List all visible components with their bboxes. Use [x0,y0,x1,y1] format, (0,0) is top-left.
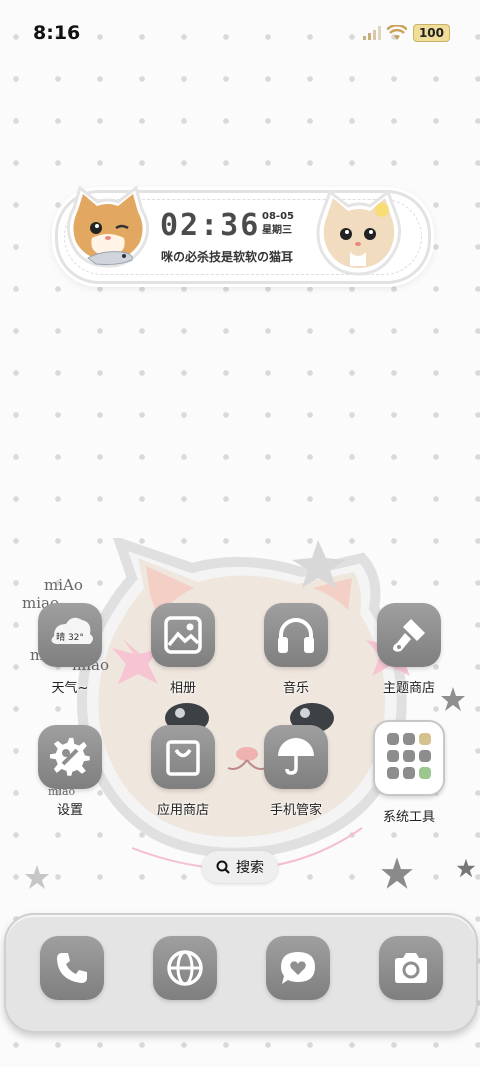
app-phone-manager[interactable]: 手机管家 [254,725,338,818]
app-music[interactable]: 音乐 [254,603,338,696]
app-gallery[interactable]: 相册 [141,603,225,696]
brush-icon[interactable] [377,603,441,667]
phone-icon[interactable] [40,936,104,1000]
search-button[interactable]: 搜索 [202,851,278,883]
widget-date: 08-05 星期三 [262,210,294,238]
signal-icon [362,26,381,40]
shopping-bag-icon[interactable] [151,725,215,789]
app-system-tools-folder[interactable]: 系统工具 [367,720,451,825]
app-label: 应用商店 [156,803,209,818]
app-label: 手机管家 [269,803,322,818]
cat-sticker-right [316,190,401,276]
widget-clock-time: 02:36 [160,208,261,243]
browser-icon[interactable] [153,936,217,1000]
search-label: 搜索 [236,860,264,876]
app-label: 天气~ [51,681,89,696]
widget-subtitle: 咪の必杀技是软软の猫耳 [161,250,294,264]
gear-icon[interactable] [38,725,102,789]
app-label: 音乐 [282,681,309,696]
dock [4,913,478,1033]
star-icon [25,865,49,889]
app-theme-store[interactable]: 主题商店 [367,603,451,696]
weather-text: 晴 32° [56,631,84,643]
wifi-icon [386,25,407,40]
widget-date-value: 08-05 [262,211,294,222]
app-label: 系统工具 [382,810,435,825]
app-weather[interactable]: 晴 32° 天气~ [28,603,112,696]
status-time: 8:16 [33,22,81,44]
app-label: 主题商店 [382,681,435,696]
battery-indicator: 100 [412,24,450,42]
cat-sticker-left [67,186,149,268]
camera-icon[interactable] [379,936,443,1000]
decor-text-1: miAo [44,576,83,594]
app-app-store[interactable]: 应用商店 [141,725,225,818]
app-settings[interactable]: 设置 [28,725,112,818]
weather-icon[interactable]: 晴 32° [38,603,102,667]
star-icon [381,857,413,889]
message-icon[interactable] [266,936,330,1000]
umbrella-icon[interactable] [264,725,328,789]
cat-sticker-large [77,538,416,870]
widget-weekday: 星期三 [262,225,292,236]
app-label: 设置 [56,803,83,818]
app-label: 相册 [169,681,196,696]
headphones-icon[interactable] [264,603,328,667]
gallery-icon[interactable] [151,603,215,667]
status-icons: 100 [362,24,450,42]
search-icon [216,860,230,874]
star-icon [456,858,476,878]
folder-icon[interactable] [373,720,445,796]
